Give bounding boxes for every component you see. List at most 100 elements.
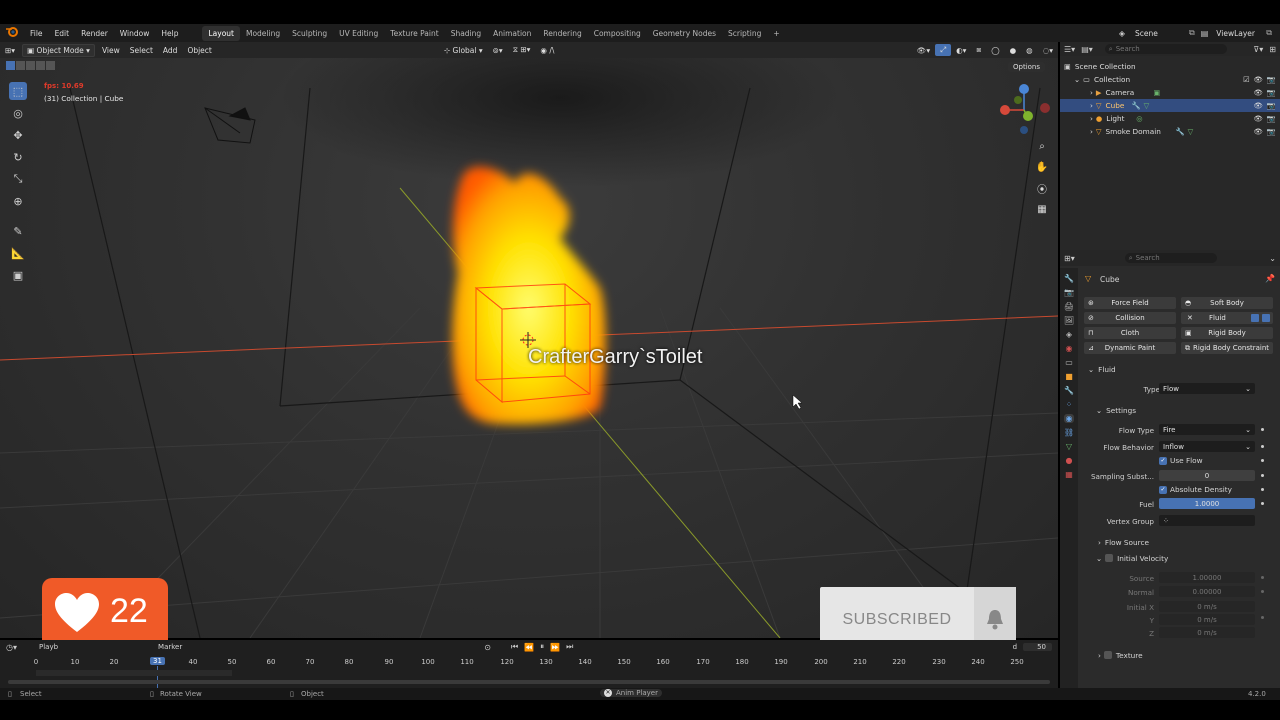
fluid-panel-header[interactable]: ⌄ Fluid bbox=[1080, 362, 1280, 376]
shading-material-icon[interactable]: ◍ bbox=[1021, 45, 1038, 56]
select-mode-extend-icon[interactable] bbox=[16, 61, 25, 70]
filter-icon[interactable]: ⊽▾ bbox=[1253, 45, 1263, 54]
sampling-substeps-field[interactable]: 0 bbox=[1159, 470, 1255, 481]
overlay-toggle-icon[interactable]: ◐▾ bbox=[951, 45, 971, 56]
cloth-button[interactable]: ⊓ Cloth bbox=[1084, 327, 1176, 339]
tab-texture-paint[interactable]: Texture Paint bbox=[384, 26, 444, 41]
chevron-down-icon[interactable]: ⌄ bbox=[1269, 254, 1276, 263]
jump-end-icon[interactable]: ⏭ bbox=[566, 642, 573, 652]
fluid-render-toggle-icon[interactable] bbox=[1262, 314, 1270, 322]
menu-add[interactable]: Add bbox=[158, 45, 183, 56]
select-box-tool-icon[interactable]: ⬚ bbox=[9, 82, 27, 100]
source-field[interactable]: 1.00000 bbox=[1159, 572, 1255, 583]
visibility-icon[interactable]: 👁▾ bbox=[912, 45, 935, 56]
pause-icon[interactable]: ⏸ bbox=[540, 642, 544, 652]
output-tab-icon[interactable]: 🖨 bbox=[1064, 302, 1074, 311]
expand-chevron-icon[interactable]: › bbox=[1090, 88, 1093, 97]
playback-menu[interactable]: Playb bbox=[39, 643, 58, 651]
select-mode-subtract-icon[interactable] bbox=[26, 61, 35, 70]
xray-toggle-icon[interactable]: ⧈ bbox=[971, 44, 986, 56]
move-tool-icon[interactable]: ✥ bbox=[9, 126, 27, 144]
jump-start-icon[interactable]: ⏮ bbox=[511, 642, 518, 652]
fuel-field[interactable]: 1.0000 bbox=[1159, 498, 1255, 509]
transform-tool-icon[interactable]: ⊕ bbox=[9, 192, 27, 210]
keyframe-dot-icon[interactable] bbox=[1261, 445, 1264, 448]
menu-file[interactable]: File bbox=[24, 29, 49, 38]
keyframe-dot-icon[interactable] bbox=[1261, 474, 1264, 477]
collision-button[interactable]: ⊘ Collision bbox=[1084, 312, 1176, 324]
fluid-button[interactable]: ✕ Fluid bbox=[1181, 312, 1273, 324]
perspective-grid-icon[interactable]: ▦ bbox=[1034, 201, 1050, 217]
vertex-group-field[interactable]: ⁘ bbox=[1159, 515, 1255, 526]
initial-y-field[interactable]: 0 m/s bbox=[1159, 614, 1255, 625]
render-camera-icon[interactable]: 📷 bbox=[1267, 88, 1276, 97]
rotate-tool-icon[interactable]: ↻ bbox=[9, 148, 27, 166]
absolute-density-checkbox[interactable]: ✓ Absolute Density bbox=[1159, 485, 1232, 494]
exclude-checkbox-icon[interactable]: ☑ bbox=[1243, 75, 1250, 84]
gizmo-toggle-icon[interactable]: ⤢ bbox=[935, 44, 952, 56]
modifier-tab-icon[interactable]: 🔧 bbox=[1064, 386, 1074, 395]
outliner-search[interactable]: ⌕ Search bbox=[1104, 44, 1228, 54]
flow-behavior-dropdown[interactable]: Inflow ⌄ bbox=[1159, 441, 1255, 452]
soft-body-button[interactable]: ◓ Soft Body bbox=[1181, 297, 1273, 309]
display-mode-icon[interactable]: ▤▾ bbox=[1081, 45, 1093, 54]
editor-type-button[interactable]: ⊞▾ bbox=[0, 45, 20, 56]
initial-z-field[interactable]: 0 m/s bbox=[1159, 627, 1255, 638]
zoom-icon[interactable]: ⌕ bbox=[1034, 138, 1050, 154]
tab-compositing[interactable]: Compositing bbox=[588, 26, 647, 41]
shading-rendered-icon[interactable]: ◌▾ bbox=[1038, 45, 1058, 56]
add-cube-tool-icon[interactable]: ▣ bbox=[9, 266, 27, 284]
initial-x-field[interactable]: 0 m/s bbox=[1159, 601, 1255, 612]
menu-view[interactable]: View bbox=[97, 45, 125, 56]
keyframe-dot-icon[interactable] bbox=[1261, 576, 1264, 579]
outliner-row-camera[interactable]: › ▶ Camera ▣ 👁 📷 bbox=[1060, 86, 1280, 99]
tab-sculpting[interactable]: Sculpting bbox=[286, 26, 333, 41]
outliner-row-light[interactable]: › ● Light ◎ 👁 📷 bbox=[1060, 112, 1280, 125]
fluid-toggle-icon[interactable] bbox=[1251, 314, 1259, 322]
outliner-editor-icon[interactable]: ☰▾ bbox=[1064, 45, 1075, 54]
keyframe-dot-icon[interactable] bbox=[1261, 502, 1264, 505]
outliner-row-collection[interactable]: ⌄ ▭ Collection ☑ 👁 📷 bbox=[1060, 73, 1280, 86]
tool-tab-icon[interactable]: 🔧 bbox=[1064, 274, 1074, 283]
auto-keying-icon[interactable]: ⊙ bbox=[484, 643, 491, 652]
render-camera-icon[interactable]: 📷 bbox=[1267, 114, 1276, 123]
use-flow-checkbox[interactable]: ✓ Use Flow bbox=[1159, 456, 1203, 465]
render-camera-icon[interactable]: 📷 bbox=[1267, 75, 1276, 84]
visibility-eye-icon[interactable]: 👁 bbox=[1254, 75, 1263, 84]
normal-field[interactable]: 0.00000 bbox=[1159, 586, 1255, 597]
pin-icon[interactable]: 📌 bbox=[1265, 274, 1275, 283]
render-tab-icon[interactable]: 📷 bbox=[1064, 288, 1074, 297]
cursor-tool-icon[interactable]: ◎ bbox=[9, 104, 27, 122]
visibility-eye-icon[interactable]: 👁 bbox=[1254, 127, 1263, 136]
transform-orientation-selector[interactable]: ⊹ Global ▾ bbox=[439, 45, 488, 56]
dynamic-paint-button[interactable]: ⊿ Dynamic Paint bbox=[1084, 342, 1176, 354]
new-collection-icon[interactable]: ⊞ bbox=[1269, 45, 1276, 54]
view-layer-tab-icon[interactable]: 🖼 bbox=[1064, 316, 1074, 325]
tab-layout[interactable]: Layout bbox=[202, 25, 240, 41]
play-reverse-icon[interactable]: ⏪ bbox=[524, 643, 534, 652]
outliner-row-smoke-domain[interactable]: › ▽ Smoke Domain 🔧 ▽ 👁 📷 bbox=[1060, 125, 1280, 138]
particles-tab-icon[interactable]: ⁘ bbox=[1066, 400, 1073, 409]
new-view-layer-icon[interactable]: ⧉ bbox=[1266, 28, 1272, 38]
material-tab-icon[interactable]: ● bbox=[1066, 456, 1073, 465]
texture-tab-icon[interactable]: ▦ bbox=[1065, 470, 1073, 479]
visibility-eye-icon[interactable]: 👁 bbox=[1254, 101, 1263, 110]
pan-hand-icon[interactable]: ✋ bbox=[1034, 159, 1050, 175]
options-button[interactable]: Options bbox=[1008, 62, 1046, 72]
scale-tool-icon[interactable]: ⤡ bbox=[9, 170, 27, 188]
measure-tool-icon[interactable]: 📐 bbox=[9, 244, 27, 262]
play-icon[interactable]: ⏩ bbox=[550, 643, 560, 652]
tab-rendering[interactable]: Rendering bbox=[537, 26, 587, 41]
anim-player-task[interactable]: ✕ Anim Player bbox=[600, 689, 662, 697]
mode-selector[interactable]: ▣ Object Mode ▾ bbox=[22, 43, 95, 57]
tab-scripting[interactable]: Scripting bbox=[722, 26, 767, 41]
pivot-icon[interactable]: ⊚▾ bbox=[488, 45, 508, 56]
keyframe-dot-icon[interactable] bbox=[1261, 428, 1264, 431]
scene-selector[interactable]: Scene bbox=[1129, 29, 1189, 38]
visibility-eye-icon[interactable]: 👁 bbox=[1254, 114, 1263, 123]
snap-icon[interactable]: ⧖ ⊞▾ bbox=[508, 44, 536, 56]
outliner-row-scene-collection[interactable]: ▣ Scene Collection bbox=[1060, 60, 1280, 73]
menu-help[interactable]: Help bbox=[155, 29, 184, 38]
select-mode-intersect-icon[interactable] bbox=[46, 61, 55, 70]
camera-view-icon[interactable]: ⦿ bbox=[1034, 180, 1050, 196]
